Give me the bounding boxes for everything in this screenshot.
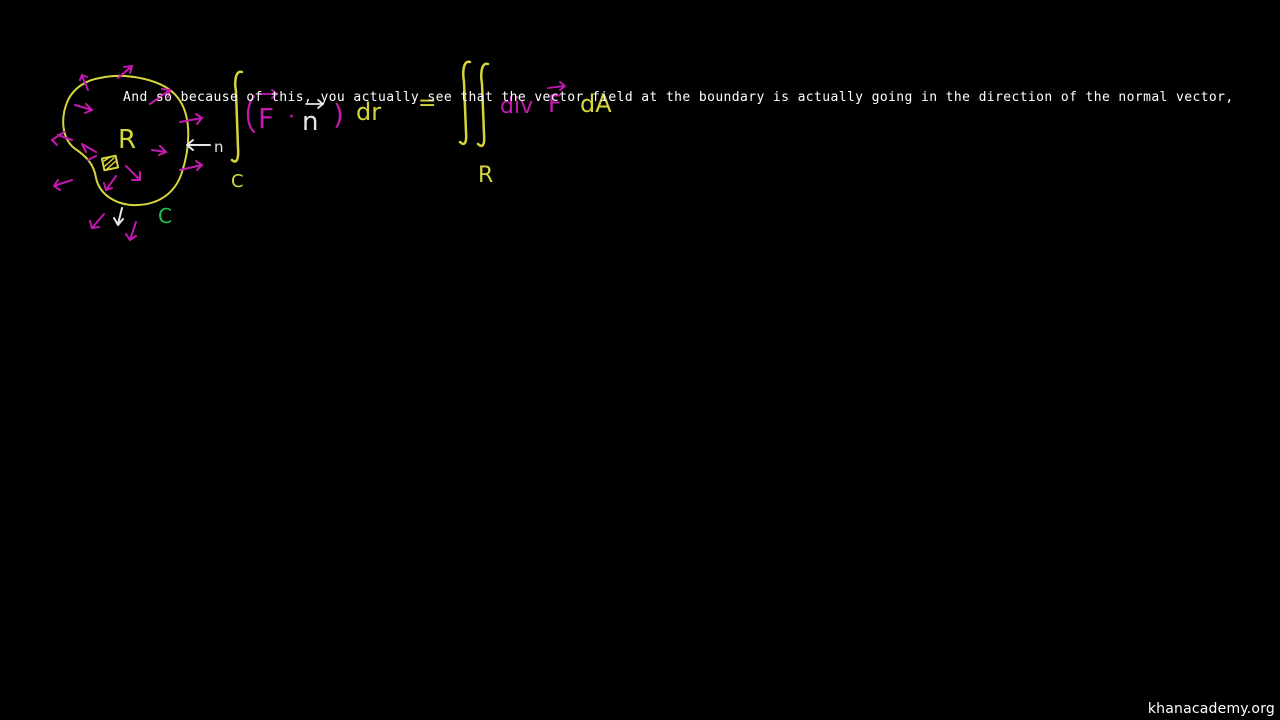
blackboard-canvas: R C n C F · n ) dr = R div F dA xyxy=(51,60,612,242)
curve-label: C xyxy=(158,204,172,228)
integrand-normal-n: n xyxy=(302,107,318,137)
normal-vector-label: n xyxy=(214,138,224,156)
dot-product-sign: · xyxy=(288,105,295,130)
normal-vector-arrow-right xyxy=(186,139,211,151)
caption-subtitle: And so because of this, you actually see… xyxy=(123,90,1234,105)
double-integral-expression: R div F dA xyxy=(458,60,612,188)
region-label: R xyxy=(118,125,136,155)
line-integral-lower-limit: C xyxy=(231,171,244,192)
double-integral-lower-limit: R xyxy=(478,163,493,188)
area-element-dA-icon xyxy=(100,154,120,172)
watermark-text: khanacademy.org xyxy=(1147,701,1275,717)
line-integral-sign xyxy=(230,70,244,163)
normal-vector-arrow-down xyxy=(113,207,124,226)
